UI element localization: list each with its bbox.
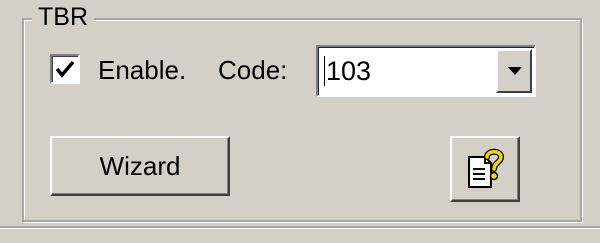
help-button[interactable] <box>450 136 520 202</box>
enable-label: Enable. <box>98 55 187 85</box>
chevron-down-icon <box>508 67 522 75</box>
divider <box>0 226 600 228</box>
text-caret <box>324 56 325 86</box>
help-document-icon <box>468 148 505 188</box>
code-value[interactable]: 103 <box>326 56 371 87</box>
checkmark-icon <box>55 60 75 78</box>
code-combobox[interactable]: 103 <box>316 45 536 97</box>
code-label: Code: <box>218 55 288 85</box>
enable-checkbox[interactable] <box>50 54 80 84</box>
group-title: TBR <box>32 3 94 32</box>
wizard-button[interactable]: Wizard <box>50 136 230 196</box>
dropdown-button[interactable] <box>496 49 532 93</box>
